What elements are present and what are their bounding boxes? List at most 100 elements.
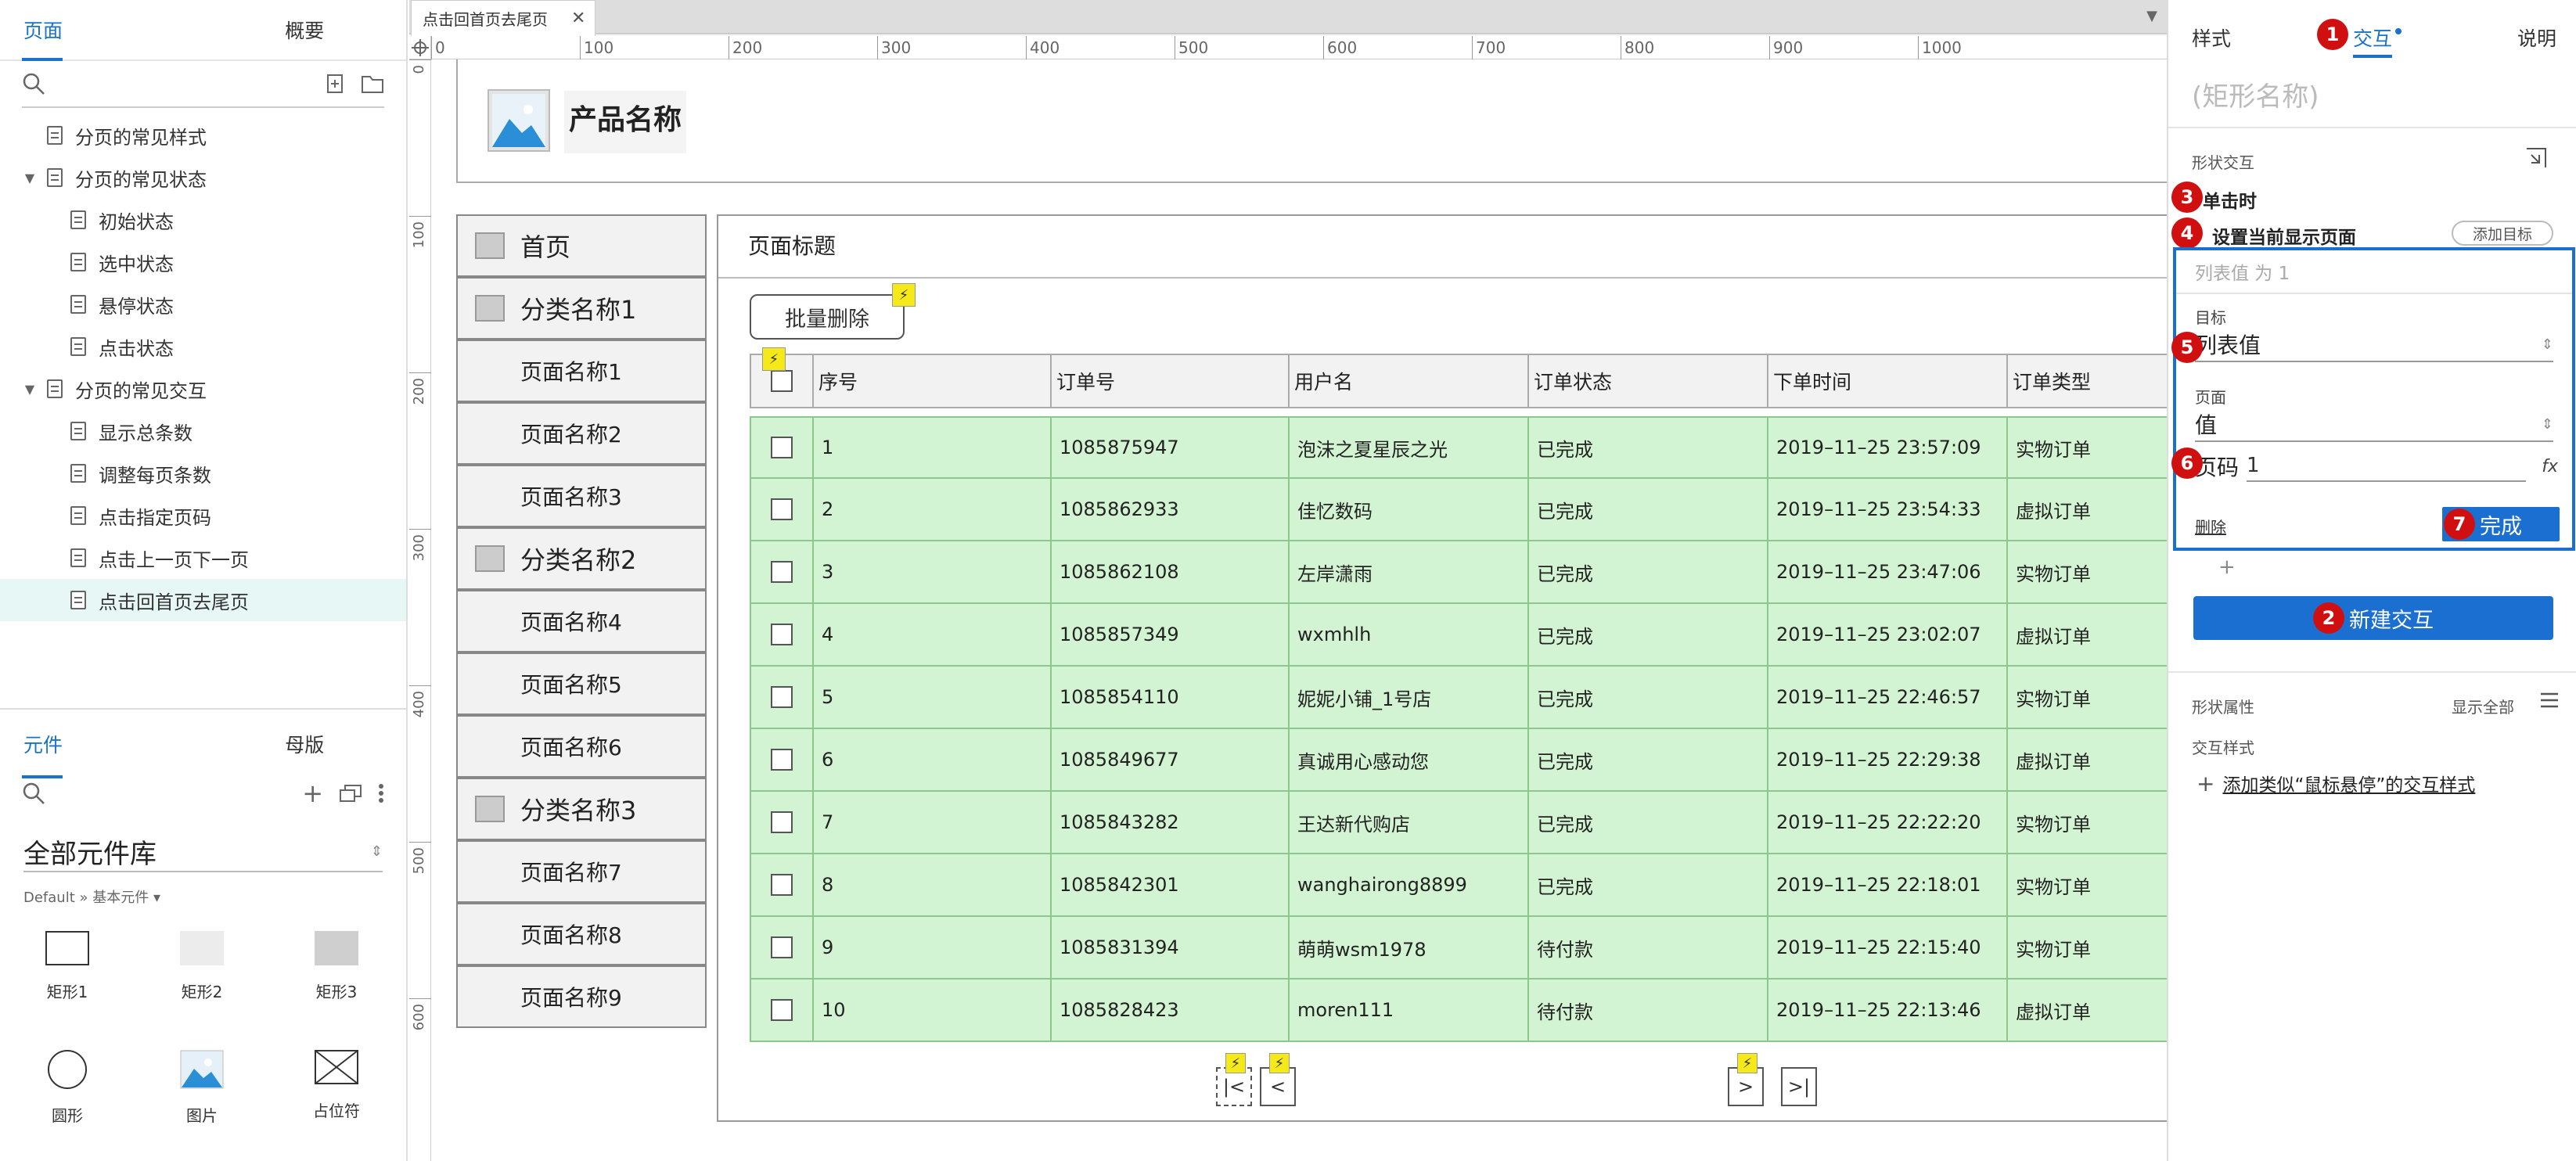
collapse-icon[interactable]	[2524, 146, 2549, 174]
tree-item[interactable]: 显示总条数	[0, 410, 406, 452]
page-number-input[interactable]: 1	[2247, 451, 2527, 482]
row-checkbox[interactable]	[771, 811, 793, 833]
nav-page-item[interactable]: 页面名称4	[456, 590, 707, 652]
expand-arrow-icon[interactable]: ▼	[22, 171, 38, 185]
target-select[interactable]: 列表值 ⇕	[2195, 328, 2553, 362]
nav-page-item[interactable]: 页面名称7	[456, 840, 707, 903]
add-library-icon[interactable]: +	[302, 778, 323, 808]
document-tab[interactable]: 点击回首页去尾页 ✕	[411, 0, 595, 36]
table-row[interactable]: 9 1085831394 萌萌wsm1978 待付款 2019–11–25 22:15:…	[750, 917, 2167, 979]
tree-item[interactable]: 悬停状态	[0, 283, 406, 325]
add-interaction-style-link[interactable]: 添加类似“鼠标悬停”的交互样式	[2222, 770, 2475, 796]
tab-widgets[interactable]: 元件	[0, 710, 203, 778]
nav-page-item[interactable]: 页面名称8	[456, 903, 707, 965]
canvas[interactable]: 产品名称 lar 首页分类名称1 页面名称1 页面名称2 页面名称3 分类名称2 页面名称…	[431, 59, 2167, 1161]
widget-rect1[interactable]: 矩形1	[13, 931, 122, 1002]
add-action-icon[interactable]: +	[2218, 555, 2236, 579]
widget-rect3[interactable]: 矩形3	[282, 931, 391, 1002]
table-row[interactable]: 2 1085862933 佳忆数码 已完成 2019–11–25 23:54:33 虚拟订…	[750, 479, 2167, 541]
library-subtitle[interactable]: Default » 基本元件 ▾	[23, 886, 383, 907]
logo-image-icon[interactable]	[487, 89, 550, 152]
tab-pages[interactable]: 页面	[0, 0, 203, 61]
tree-item[interactable]: 初始状态	[0, 199, 406, 241]
search-icon[interactable]	[22, 782, 45, 805]
row-checkbox[interactable]	[771, 437, 793, 458]
tab-notes[interactable]: 说明	[2517, 23, 2556, 52]
tab-dropdown-icon[interactable]: ▼	[2146, 8, 2157, 24]
table-row[interactable]: 3 1085862108 左岸潇雨 已完成 2019–11–25 23:47:06 实物订…	[750, 541, 2167, 604]
row-checkbox[interactable]	[771, 874, 793, 896]
table-row[interactable]: 8 1085842301 wanghairong8899 已完成 2019–11–25 …	[750, 854, 2167, 917]
tree-item[interactable]: 点击状态	[0, 325, 406, 368]
tree-item[interactable]: 点击回首页去尾页	[0, 579, 406, 621]
row-checkbox[interactable]	[771, 936, 793, 958]
row-checkbox[interactable]	[771, 999, 793, 1021]
nav-category[interactable]: 分类名称3	[456, 778, 707, 840]
add-interaction-style[interactable]: + 添加类似“鼠标悬停”的交互样式	[2196, 770, 2475, 796]
tree-item[interactable]: 调整每页条数	[0, 452, 406, 494]
nav-category[interactable]: 首页	[456, 214, 707, 277]
widget-circle[interactable]: 圆形	[13, 1050, 122, 1126]
delete-link[interactable]: 删除	[2195, 515, 2226, 537]
expand-arrow-icon[interactable]: ▼	[22, 382, 38, 397]
tree-item[interactable]: ▼ 分页的常见状态	[0, 156, 406, 199]
on-click-event[interactable]: 单击时	[2203, 186, 2257, 213]
add-page-icon[interactable]	[326, 74, 345, 94]
nav-category[interactable]: 分类名称2	[456, 527, 707, 590]
interaction-bolt-icon[interactable]: ⚡	[892, 283, 916, 307]
table-row[interactable]: 6 1085849677 真诚用心感动您 已完成 2019–11–25 22:29:38…	[750, 729, 2167, 792]
tree-item[interactable]: 分页的常见样式	[0, 114, 406, 156]
nav-page-item[interactable]: 页面名称5	[456, 652, 707, 715]
tab-style[interactable]: 样式	[2192, 23, 2231, 52]
row-checkbox[interactable]	[771, 749, 793, 771]
batch-delete-button[interactable]: 批量删除	[750, 294, 905, 340]
select-all-checkbox[interactable]	[771, 370, 793, 392]
tab-outline[interactable]: 概要	[203, 0, 407, 59]
interaction-bolt-icon[interactable]: ⚡	[762, 347, 786, 371]
fx-icon[interactable]: fx	[2542, 457, 2558, 476]
table-row[interactable]: 7 1085843282 王达新代购店 已完成 2019–11–25 22:22:20 实…	[750, 792, 2167, 854]
nav-page-item[interactable]: 页面名称1	[456, 340, 707, 402]
show-all-link[interactable]: 显示全部	[2452, 695, 2514, 717]
row-checkbox[interactable]	[771, 686, 793, 708]
search-icon[interactable]	[22, 72, 45, 95]
widget-image[interactable]: 图片	[147, 1050, 257, 1126]
page-select[interactable]: 值 ⇕	[2195, 408, 2553, 442]
nav-page-item[interactable]: 页面名称9	[456, 965, 707, 1028]
row-checkbox[interactable]	[771, 561, 793, 583]
interaction-bolt-icon[interactable]: ⚡	[1225, 1053, 1246, 1073]
widget-placeholder[interactable]: 占位符	[282, 1050, 391, 1121]
table-row[interactable]: 1 1085875947 泡沫之夏星辰之光 已完成 2019–11–25 23:57:0…	[750, 416, 2167, 479]
close-icon[interactable]: ✕	[571, 9, 585, 28]
widget-rect2[interactable]: 矩形2	[147, 931, 257, 1002]
nav-page-item[interactable]: 页面名称3	[456, 465, 707, 527]
library-select[interactable]: 全部元件库 ⇕	[23, 832, 383, 872]
last-page-button[interactable]: >|	[1781, 1067, 1817, 1106]
tree-item[interactable]: 选中状态	[0, 241, 406, 283]
nav-page-item[interactable]: 页面名称2	[456, 402, 707, 465]
menu-icon[interactable]	[2539, 692, 2560, 712]
interaction-bolt-icon[interactable]: ⚡	[1737, 1053, 1758, 1073]
table-row[interactable]: 4 1085857349 wxmhlh 已完成 2019–11–25 23:02:07 虚…	[750, 604, 2167, 667]
action-set-panel-state[interactable]: 设置当前显示页面	[2212, 222, 2356, 249]
tab-interactions[interactable]: 交互	[2353, 23, 2392, 52]
row-checkbox[interactable]	[771, 498, 793, 520]
tree-item[interactable]: 点击上一页下一页	[0, 537, 406, 579]
shape-name-field[interactable]: (矩形名称)	[2192, 75, 2319, 113]
add-folder-icon[interactable]	[361, 74, 384, 94]
prototype-header[interactable]: 产品名称 lar	[456, 59, 2167, 183]
interaction-bolt-icon[interactable]: ⚡	[1269, 1053, 1290, 1073]
library-manage-icon[interactable]	[339, 784, 362, 803]
tab-masters[interactable]: 母版	[203, 730, 407, 758]
table-row[interactable]: 10 1085828423 moren111 待付款 2019–11–25 22:13:…	[750, 979, 2167, 1042]
product-name[interactable]: 产品名称	[564, 91, 687, 153]
tree-item[interactable]: 点击指定页码	[0, 494, 406, 537]
nav-category[interactable]: 分类名称1	[456, 277, 707, 340]
table-row[interactable]: 5 1085854110 妮妮小铺_1号店 已完成 2019–11–25 22:46:5…	[750, 667, 2167, 729]
tree-item[interactable]: ▼ 分页的常见交互	[0, 368, 406, 410]
add-target-button[interactable]: 添加目标	[2452, 221, 2553, 246]
new-interaction-button[interactable]: 2 新建交互	[2193, 596, 2553, 640]
nav-page-item[interactable]: 页面名称6	[456, 715, 707, 778]
row-checkbox[interactable]	[771, 624, 793, 645]
more-options-icon[interactable]	[378, 783, 384, 803]
